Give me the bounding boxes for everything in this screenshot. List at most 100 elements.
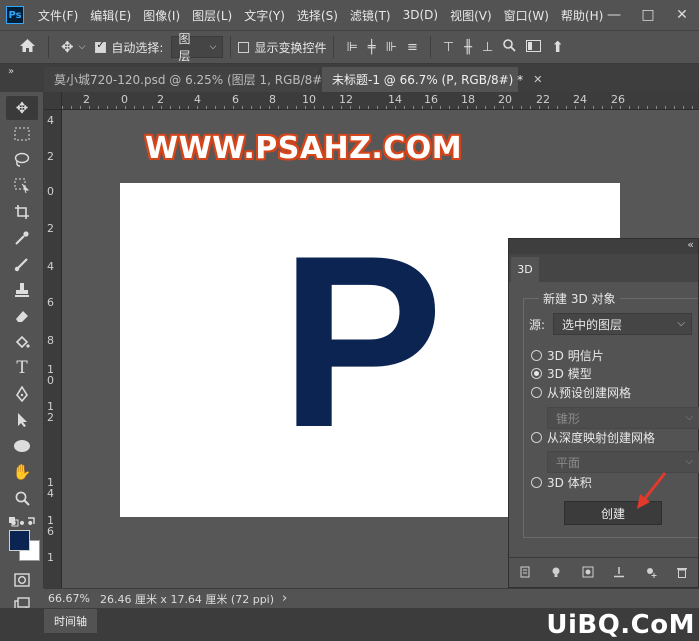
foreground-color-swatch[interactable] [9,530,30,551]
auto-select-target-dropdown[interactable]: 图层 ⌵ [171,32,224,63]
panel-header[interactable]: « [509,238,698,254]
menu-3d[interactable]: 3D(D) [397,8,444,22]
chevron-down-icon: ⌵ [677,318,685,329]
auto-select-checkbox[interactable] [95,40,107,53]
menu-select[interactable]: 选择(S) [291,7,344,24]
move-tool-icon[interactable]: ✥ [56,38,79,56]
hand-tool-icon[interactable]: ✋ [6,460,38,484]
chevron-down-icon: ⌵ [209,42,217,52]
share-icon[interactable]: ⬆ [546,38,569,56]
chevron-down-icon: ⌵ [685,456,693,467]
window-controls: — □ ✕ [597,0,699,30]
ruler-tick: 1 [47,551,54,564]
eraser-tool-icon[interactable] [6,304,38,328]
radio-preset-mesh[interactable] [531,387,542,398]
source-value: 选中的图层 [562,317,623,332]
ground-plane-icon[interactable] [613,566,625,581]
align-top-icon[interactable]: ⊤ [438,40,459,55]
lasso-tool-icon[interactable] [6,148,38,172]
menu-file[interactable]: 文件(F) [32,7,84,24]
maximize-button[interactable]: □ [631,7,665,23]
ruler-vertical[interactable]: 4 2 0 2 4 6 8 1 0 1 2 1 4 1 6 1 [44,110,62,588]
ruler-horizontal[interactable]: 2 0 2 4 6 8 10 12 14 16 18 20 22 24 26 [44,92,699,110]
close-icon[interactable]: ✕ [533,73,542,86]
align-middle-v-icon[interactable]: ╫ [459,40,477,55]
align-left-icon[interactable]: ⊫ [341,40,362,55]
workspace-icon[interactable] [521,38,546,56]
close-window-button[interactable]: ✕ [665,7,699,23]
search-icon[interactable] [498,38,521,56]
type-tool-icon[interactable]: T [6,356,38,380]
tool-bar: ✥ T ✋ ••• [0,92,44,611]
document-tabs: » 莫小城720-120.psd @ 6.25% (图层 1, RGB/8#) … [0,64,699,92]
brush-tool-icon[interactable] [6,252,38,276]
collapse-panel-icon[interactable]: « [687,238,694,251]
auto-select-label: 自动选择: [111,40,164,55]
tab-label: 未标题-1 @ 66.7% (P, RGB/8#) * [332,73,524,87]
zoom-tool-icon[interactable] [6,486,38,510]
tab-document-2[interactable]: 未标题-1 @ 66.7% (P, RGB/8#) * ✕ [322,67,542,92]
ruler-tick: 0 [121,93,128,106]
ruler-tick: 6 [47,296,54,309]
radio-3d-postcard[interactable] [531,350,542,361]
divider [48,36,49,58]
trash-icon[interactable] [676,566,688,581]
annotation-arrow-icon [637,472,667,509]
ruler-tick: 22 [536,93,550,106]
chevron-down-icon: ⌵ [685,412,693,423]
preset-mesh-dropdown[interactable]: 锥形 ⌵ [547,407,699,429]
quick-mask-icon[interactable] [6,568,38,592]
auto-select-target-value: 图层 [178,32,191,63]
align-bottom-icon[interactable]: ⊥ [477,40,498,55]
radio-3d-volume[interactable] [531,477,542,488]
home-icon[interactable] [14,38,41,57]
menu-bar: Ps 文件(F) 编辑(E) 图像(I) 图层(L) 文字(Y) 选择(S) 滤… [0,0,699,30]
options-bar: ✥ ⌵ 自动选择: 图层 ⌵ 显示变换控件 ⊫ ╪ ⊪ ≡ ⊤ ╫ ⊥ ⬆ [0,30,699,64]
depth-map-dropdown[interactable]: 平面 ⌵ [547,451,699,473]
radio-depth-map[interactable] [531,432,542,443]
path-select-tool-icon[interactable] [6,408,38,432]
pen-tool-icon[interactable] [6,382,38,406]
align-right-icon[interactable]: ⊪ [381,40,402,55]
ellipse-tool-icon[interactable] [6,434,38,458]
radio-3d-model[interactable] [531,368,542,379]
filter-scene-icon[interactable] [519,566,531,581]
menu-type[interactable]: 文字(Y) [238,7,291,24]
tab-timeline[interactable]: 时间轴 [44,609,97,633]
marquee-tool-icon[interactable] [6,122,38,146]
add-light-icon[interactable] [645,566,657,581]
eyedropper-tool-icon[interactable] [6,226,38,250]
canvas-letter-text: P [280,204,444,478]
divider [230,36,232,58]
ruler-tick: 0 [47,185,54,198]
move-tool-icon[interactable]: ✥ [6,96,38,120]
render-icon[interactable] [582,566,594,581]
tab-3d[interactable]: 3D [511,257,539,282]
tab-document-1[interactable]: 莫小城720-120.psd @ 6.25% (图层 1, RGB/8#) ✕ [44,67,346,92]
menu-image[interactable]: 图像(I) [137,7,186,24]
option-label: 3D 模型 [547,367,592,381]
stamp-tool-icon[interactable] [6,278,38,302]
source-dropdown[interactable]: 选中的图层 ⌵ [553,313,692,335]
status-menu-arrow-icon[interactable]: › [282,591,287,606]
menu-edit[interactable]: 编辑(E) [84,7,137,24]
ruler-tick: 8 [269,93,276,106]
chevron-down-icon[interactable]: ⌵ [79,42,90,52]
ruler-origin[interactable] [44,92,62,110]
light-bulb-icon[interactable] [550,566,562,581]
zoom-level[interactable]: 66.67% [48,592,90,605]
show-transform-checkbox[interactable] [238,41,250,53]
object-select-tool-icon[interactable] [6,174,38,198]
menu-layer[interactable]: 图层(L) [186,7,238,24]
preset-mesh-value: 锥形 [556,411,581,426]
align-center-h-icon[interactable]: ╪ [363,40,381,55]
expand-panels-icon[interactable]: » [8,66,14,77]
menu-view[interactable]: 视图(V) [444,7,498,24]
distribute-icon[interactable]: ≡ [402,40,423,55]
paint-bucket-tool-icon[interactable] [6,330,38,354]
minimize-button[interactable]: — [597,7,631,23]
crop-tool-icon[interactable] [6,200,38,224]
document-info: 26.46 厘米 x 17.64 厘米 (72 ppi) [99,592,275,606]
menu-window[interactable]: 窗口(W) [498,7,555,24]
menu-filter[interactable]: 滤镜(T) [344,7,397,24]
